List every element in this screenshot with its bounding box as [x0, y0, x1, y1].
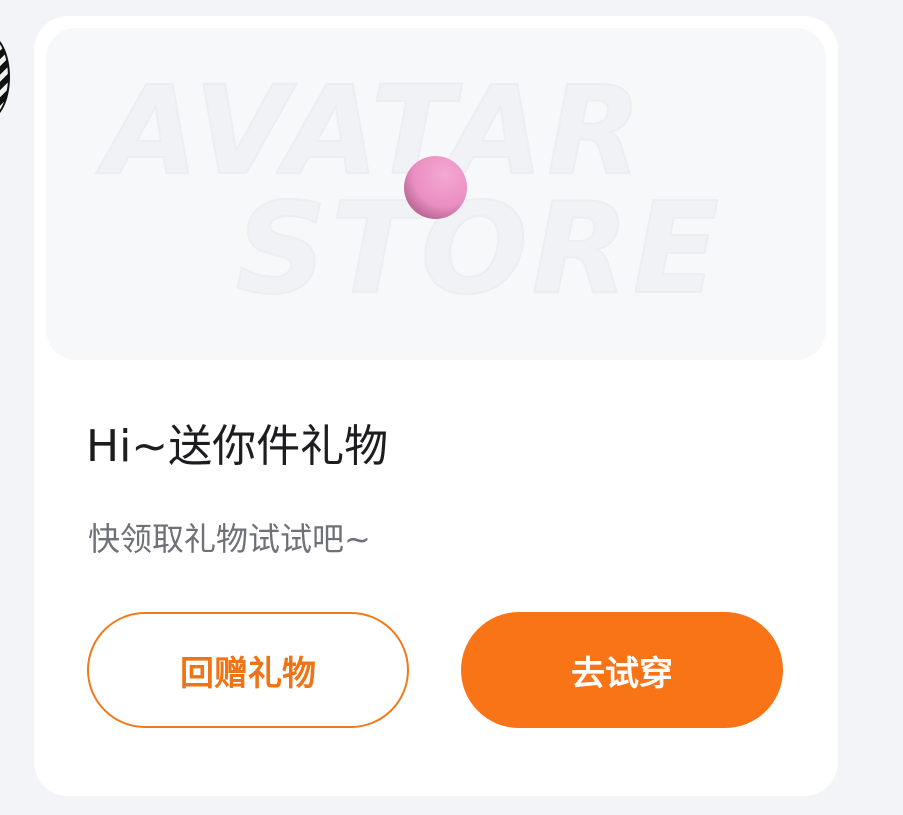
gift-subtitle: 快领取礼物试试吧~ [88, 520, 371, 558]
avatar[interactable] [0, 34, 10, 120]
watermark-store: STORE [235, 175, 723, 322]
try-on-button[interactable]: 去试穿 [461, 612, 783, 728]
avatar-store-banner: AVATAR STORE [46, 28, 826, 360]
watermark-avatar: AVATAR [103, 60, 646, 202]
gift-title: Hi~送你件礼物 [86, 421, 389, 472]
return-gift-button[interactable]: 回赠礼物 [87, 612, 409, 728]
gift-ball-icon [404, 156, 467, 219]
gift-popup-screen: AVATAR STORE Hi~送你件礼物 快领取礼物试试吧~ 回赠礼物 去试穿 [0, 0, 903, 815]
gift-card: AVATAR STORE Hi~送你件礼物 快领取礼物试试吧~ 回赠礼物 去试穿 [34, 16, 838, 796]
